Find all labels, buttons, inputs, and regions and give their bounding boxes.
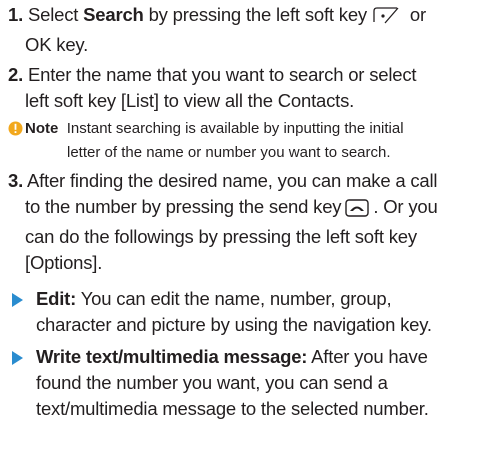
bullet-write-line-1: Write text/multimedia message: After you… bbox=[36, 346, 428, 367]
note-label: Note bbox=[25, 120, 59, 137]
note-text-line-1: Instant searching is available by inputt… bbox=[66, 120, 404, 137]
bullet-write-message: Write text/multimedia message: After you… bbox=[8, 344, 473, 422]
step-number: 1. bbox=[8, 4, 24, 25]
bullet-title: Write text/multimedia message: bbox=[36, 346, 308, 367]
left-soft-key-icon bbox=[371, 5, 401, 32]
search-keyword: Search bbox=[83, 4, 144, 25]
step-1: 1. Select Search by pressing the left so… bbox=[8, 2, 473, 58]
bullet-edit-line-2: character and picture by using the navig… bbox=[36, 314, 432, 335]
step-number: 3. bbox=[8, 170, 24, 191]
step-1-line-1: 1. Select Search by pressing the left so… bbox=[8, 2, 473, 32]
bullet-title: Edit: bbox=[36, 288, 77, 309]
step-3-line-4: [Options]. bbox=[25, 252, 103, 273]
bullet-write-line-3: text/multimedia message to the selected … bbox=[36, 398, 429, 419]
note-box: Note Instant searching is available by i… bbox=[8, 118, 473, 163]
step-number: 2. bbox=[8, 64, 24, 85]
bullet-write-line-2: found the number you want, you can send … bbox=[36, 372, 388, 393]
step-2-line-1: 2. Enter the name that you want to searc… bbox=[8, 64, 417, 85]
step-2-line-2: left soft key [List] to view all the Con… bbox=[25, 90, 355, 111]
note-text-line-2: letter of the name or number you want to… bbox=[67, 144, 391, 161]
send-key-icon bbox=[345, 198, 370, 224]
step-1-line-2: OK key. bbox=[25, 34, 89, 55]
manual-page: 1. Select Search by pressing the left so… bbox=[0, 0, 477, 455]
step-3-line-2: to the number by pressing the send key. … bbox=[8, 194, 473, 224]
note-line-1: Note Instant searching is available by i… bbox=[8, 118, 473, 142]
bullet-arrow-icon bbox=[12, 351, 23, 365]
step-2: 2. Enter the name that you want to searc… bbox=[8, 62, 473, 114]
step-3-line-1: 3. After finding the desired name, you c… bbox=[8, 170, 438, 191]
bullet-edit-line-1: Edit: You can edit the name, number, gro… bbox=[36, 288, 392, 309]
step-3: 3. After finding the desired name, you c… bbox=[8, 168, 473, 276]
bullet-edit: Edit: You can edit the name, number, gro… bbox=[8, 286, 473, 338]
info-icon bbox=[8, 121, 23, 142]
step-3-line-3: can do the followings by pressing the le… bbox=[25, 226, 417, 247]
bullet-arrow-icon bbox=[12, 293, 23, 307]
